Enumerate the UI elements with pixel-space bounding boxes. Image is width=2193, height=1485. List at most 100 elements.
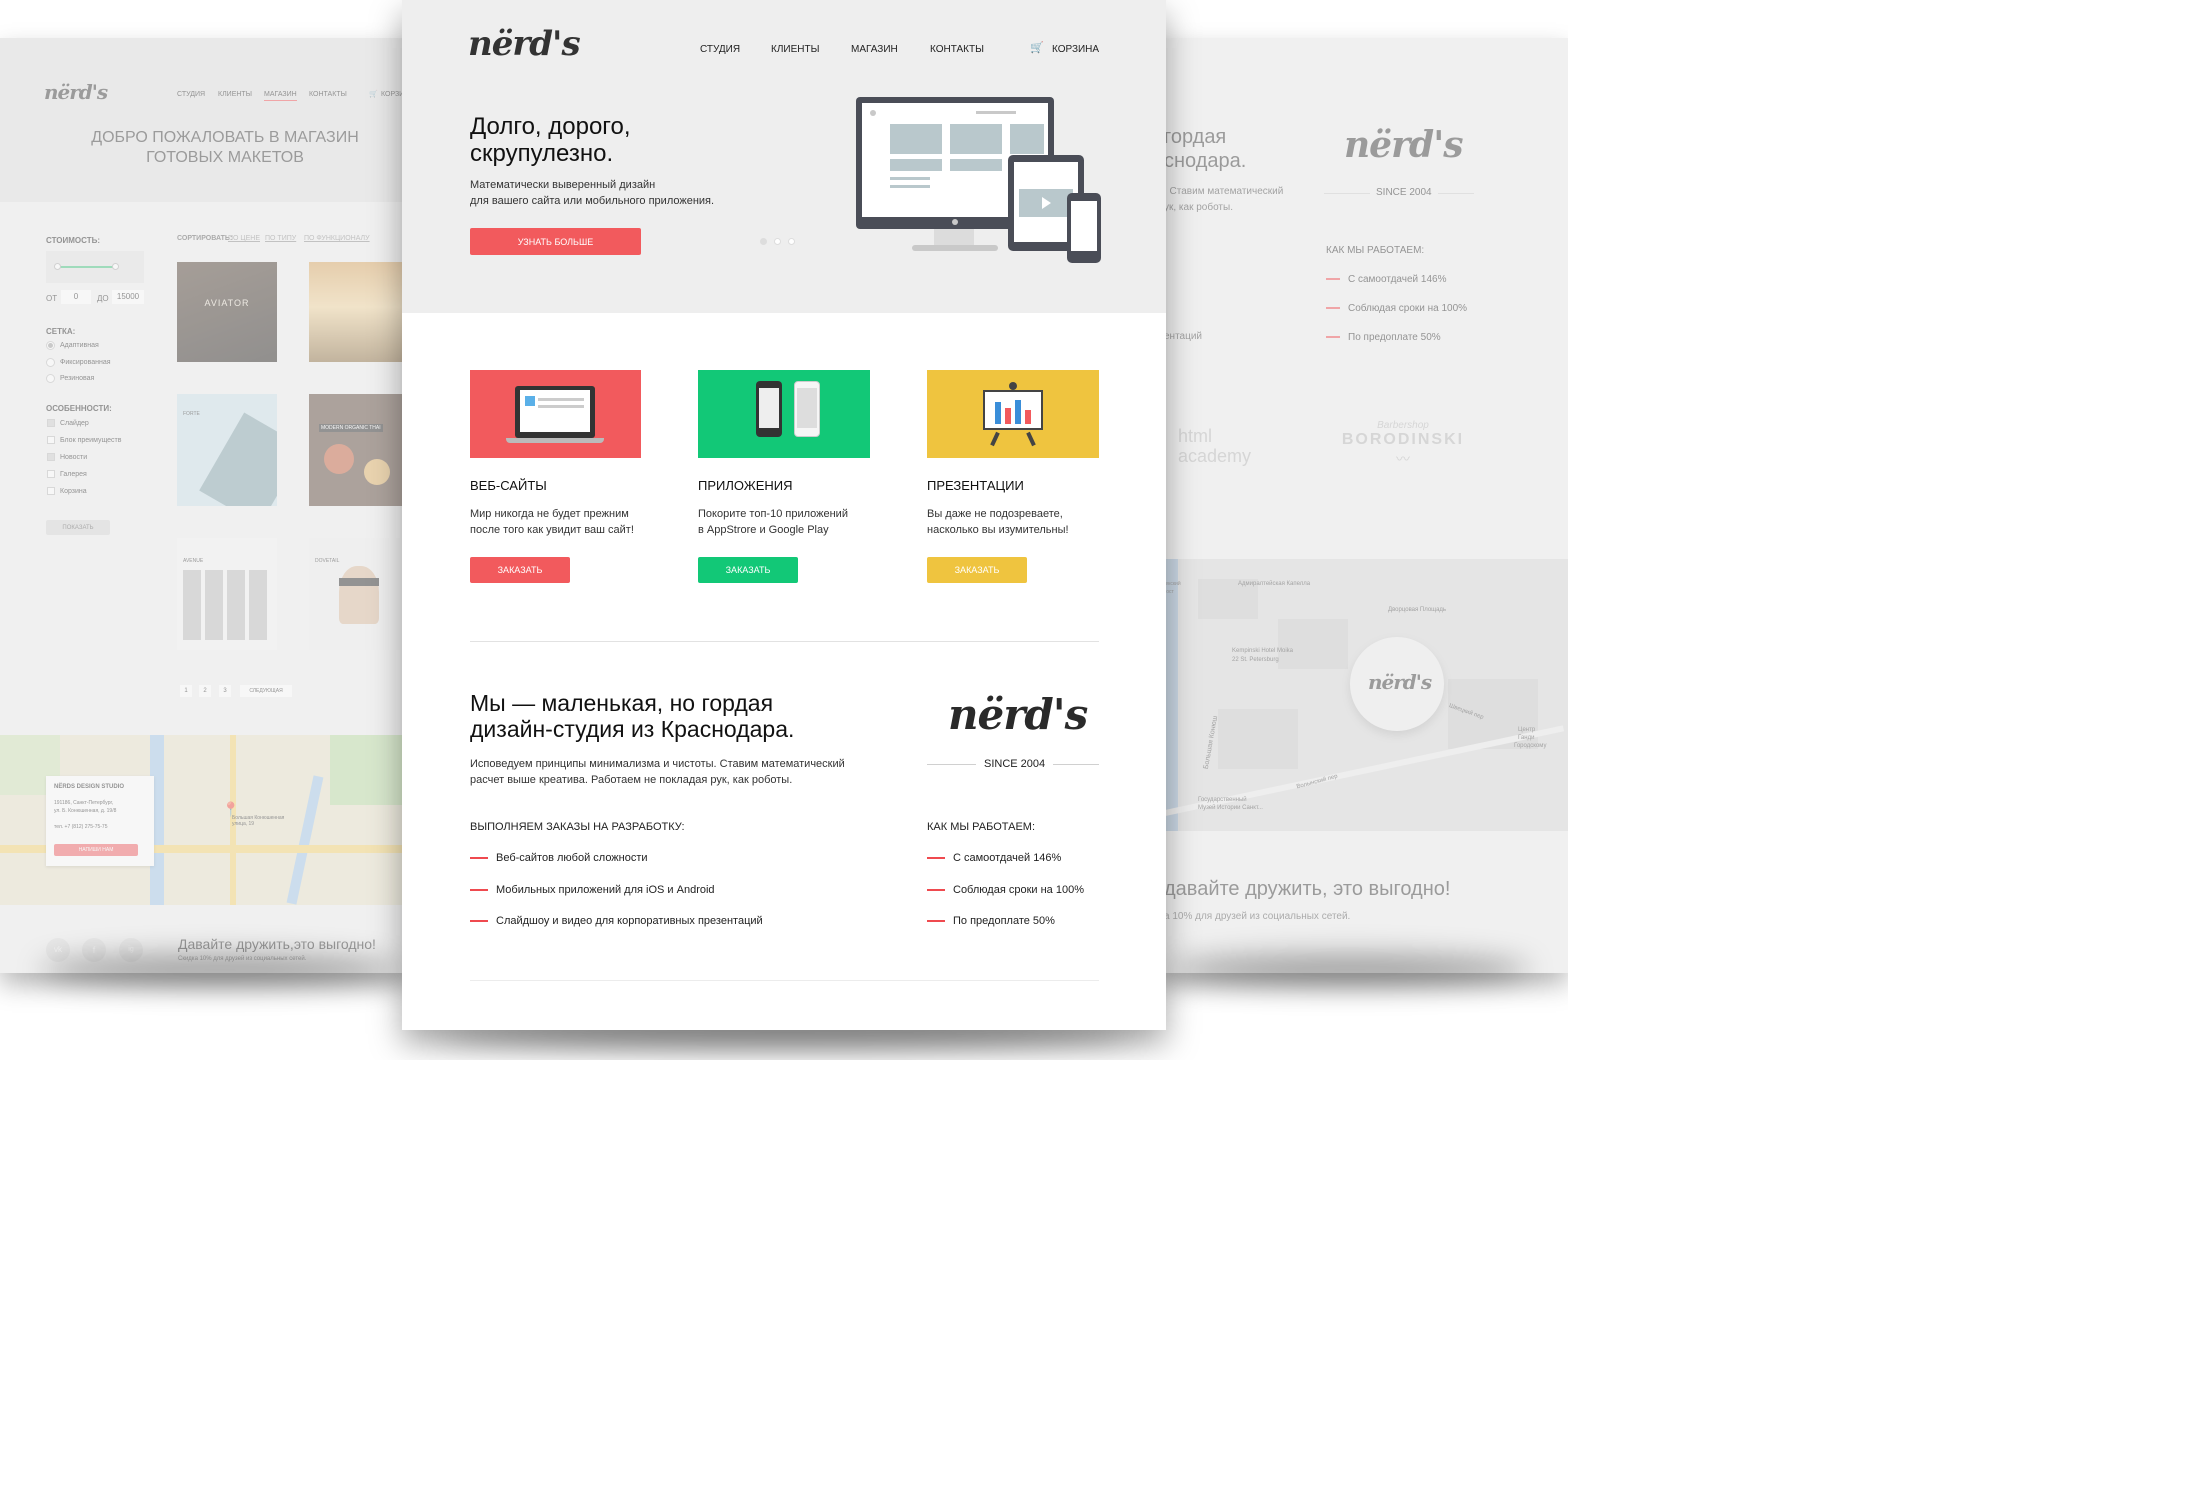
- slider-dot-2[interactable]: [774, 238, 781, 245]
- shop-nav-studio[interactable]: СТУДИЯ: [177, 91, 205, 98]
- contact-card: NËRDS DESIGN STUDIO 191186, Санкт-Петерб…: [46, 776, 154, 866]
- nav-studio[interactable]: СТУДИЯ: [700, 44, 740, 55]
- right-how-item-2: Соблюдая сроки на 100%: [1326, 303, 1467, 314]
- template-thumb-thai[interactable]: MODERN ORGANIC THAI: [309, 394, 409, 506]
- right-text-2: ук, как роботы.: [1164, 202, 1233, 213]
- template-thumb-forte[interactable]: FORTE: [177, 394, 277, 506]
- order-apps-button[interactable]: ЗАКАЗАТЬ: [698, 557, 798, 583]
- slider-dot-1[interactable]: [760, 238, 767, 245]
- shop-nav-contacts[interactable]: КОНТАКТЫ: [309, 91, 347, 98]
- feature-news: Новости: [60, 454, 88, 461]
- map-logo-marker[interactable]: nërd's: [1350, 637, 1444, 731]
- grid-option-fluid: Резиновая: [60, 375, 95, 382]
- thumb-title-avenue: AVENUE: [183, 558, 204, 564]
- service-title-apps: ПРИЛОЖЕНИЯ: [698, 478, 793, 493]
- presentations-service-banner: [927, 370, 1099, 458]
- slider-dot-3[interactable]: [788, 238, 795, 245]
- feature-advantages: Блок преимуществ: [60, 437, 122, 444]
- shop-hero-title-2: ГОТОВЫХ МАКЕТОВ: [146, 149, 304, 166]
- service-text-apps-1: Покорите топ-10 приложений: [698, 508, 848, 520]
- right-map[interactable]: Адмиралтейская Капелла Дворцовая Площадь…: [1148, 559, 1568, 831]
- page-3[interactable]: 3: [219, 685, 231, 697]
- right-partial-item: ентаций: [1164, 331, 1203, 342]
- map-label-museum: Государственный: [1198, 797, 1247, 803]
- feature-gallery: Галерея: [60, 471, 87, 478]
- service-text-apps-2: в AppStrore и Google Play: [698, 524, 829, 536]
- right-how-title: КАК МЫ РАБОТАЕМ:: [1326, 245, 1425, 256]
- orders-title: ВЫПОЛНЯЕМ ЗАКАЗЫ НА РАЗРАБОТКУ:: [470, 821, 685, 833]
- template-thumb-avenue[interactable]: AVENUE: [177, 538, 277, 650]
- friends-title: Давайте дружить,это выгодно!: [178, 936, 376, 952]
- feature-check-cart[interactable]: [47, 487, 55, 495]
- feature-check-advantages[interactable]: [47, 436, 55, 444]
- about-title-2: дизайн-студия из Краснодара.: [470, 716, 795, 742]
- template-thumb-aviator[interactable]: AVIATOR: [177, 262, 277, 362]
- order-presentations-button[interactable]: ЗАКАЗАТЬ: [927, 557, 1027, 583]
- grid-radio-adaptive[interactable]: [46, 341, 55, 350]
- service-title-web: ВЕБ-САЙТЫ: [470, 478, 547, 493]
- page-1[interactable]: 1: [180, 685, 192, 697]
- template-thumb-dovetail[interactable]: DOVETAIL: [309, 538, 409, 650]
- learn-more-button[interactable]: УЗНАТЬ БОЛЬШЕ: [470, 228, 641, 255]
- vk-icon[interactable]: vk: [46, 938, 70, 962]
- feature-check-gallery[interactable]: [47, 470, 55, 478]
- how-item-3: По предоплате 50%: [927, 915, 1055, 927]
- grid-radio-fixed[interactable]: [46, 358, 55, 367]
- right-friends-title: давайте дружить, это выгодно!: [1164, 878, 1451, 900]
- price-slider-max-handle[interactable]: [112, 263, 119, 270]
- map-label-palace: Дворцовая Площадь: [1388, 607, 1447, 613]
- sort-by-function[interactable]: ПО ФУНКЦИОНАЛУ: [304, 235, 370, 242]
- map-label-gorodskomu: Городскому: [1514, 743, 1547, 749]
- since-label: SINCE 2004: [976, 758, 1054, 770]
- template-thumb-sunset[interactable]: [309, 262, 409, 362]
- thumb-title-dovetail: DOVETAIL: [315, 558, 340, 564]
- nav-contacts[interactable]: КОНТАКТЫ: [930, 44, 984, 55]
- page-2[interactable]: 2: [199, 685, 211, 697]
- service-title-presentations: ПРЕЗЕНТАЦИИ: [927, 478, 1024, 493]
- shop-nav-clients[interactable]: КЛИЕНТЫ: [218, 91, 252, 98]
- order-web-button[interactable]: ЗАКАЗАТЬ: [470, 557, 570, 583]
- grid-radio-fluid[interactable]: [46, 374, 55, 383]
- show-button[interactable]: ПОКАЗАТЬ: [46, 520, 110, 535]
- nav-clients[interactable]: КЛИЕНТЫ: [771, 44, 819, 55]
- price-from-label: ОТ: [46, 294, 58, 303]
- service-text-web-2: после того как увидит ваш сайт!: [470, 524, 634, 536]
- shop-logo[interactable]: nërd's: [44, 80, 108, 104]
- map-pin-label: Большая Конюшенная улица, 19: [232, 815, 285, 827]
- map-label-volynsky: Волынский пер: [1295, 773, 1339, 791]
- right-text-1: . Ставим математический: [1164, 186, 1284, 197]
- about-title-1: Мы — маленькая, но гордая: [470, 690, 774, 716]
- right-how-item-3: По предоплате 50%: [1326, 332, 1441, 343]
- main-logo[interactable]: nërd's: [468, 24, 581, 64]
- nav-cart[interactable]: КОРЗИНА: [1052, 44, 1099, 55]
- feature-check-news[interactable]: [47, 453, 55, 461]
- cart-icon[interactable]: 🛒: [1030, 41, 1044, 54]
- left-panel-shadow: [40, 955, 400, 985]
- nav-shop[interactable]: МАГАЗИН: [851, 44, 898, 55]
- sort-by-type[interactable]: ПО ТИПУ: [265, 235, 296, 242]
- map-label-gandi: Ганди: [1518, 735, 1535, 741]
- price-to-input[interactable]: 15000: [112, 290, 144, 304]
- client-2-line-2: BORODINSKI: [1341, 431, 1465, 448]
- price-slider-min-handle[interactable]: [54, 263, 61, 270]
- sort-by-price[interactable]: ПО ЦЕНЕ: [228, 235, 260, 242]
- write-us-button[interactable]: НАПИШИ НАМ: [54, 844, 138, 856]
- service-text-presentations-1: Вы даже не подозреваете,: [927, 508, 1063, 520]
- feature-check-slider[interactable]: [47, 419, 55, 427]
- main-page-mockup: nërd's СТУДИЯ КЛИЕНТЫ МАГАЗИН КОНТАКТЫ 🛒…: [402, 0, 1166, 1030]
- thumb-title-thai: MODERN ORGANIC THAI: [319, 424, 383, 432]
- apps-service-banner: [698, 370, 870, 458]
- shop-nav-shop[interactable]: МАГАЗИН: [264, 91, 297, 101]
- right-title-1: гордая: [1164, 126, 1227, 148]
- shop-cart-icon[interactable]: 🛒: [369, 90, 378, 98]
- price-slider-box: [46, 251, 144, 283]
- right-title-2: снодара.: [1164, 150, 1247, 172]
- thumb-title-aviator: AVIATOR: [204, 298, 250, 308]
- order-item-2: Мобильных приложений для iOS и Android: [470, 884, 715, 896]
- price-from-input[interactable]: 0: [61, 290, 91, 304]
- client-borodinski[interactable]: Barbershop BORODINSKI 〰: [1338, 420, 1468, 469]
- shop-hero-title-1: ДОБРО ПОЖАЛОВАТЬ В МАГАЗИН: [91, 129, 359, 146]
- client-html-academy[interactable]: html academy: [1178, 426, 1251, 466]
- next-page-button[interactable]: СЛЕДУЮЩАЯ: [240, 685, 292, 697]
- price-slider-track: [58, 266, 118, 268]
